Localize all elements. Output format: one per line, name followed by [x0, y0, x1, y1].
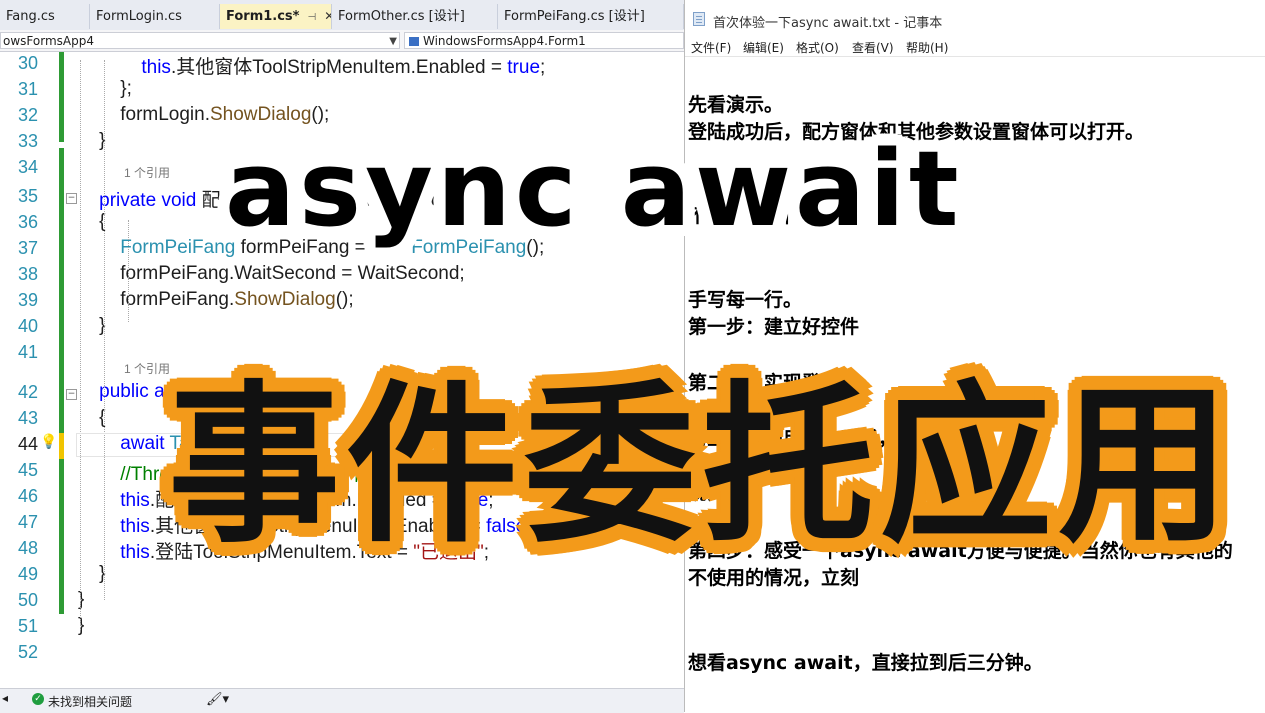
fold-toggle[interactable]: − — [66, 389, 77, 400]
tab-label: FormPeiFang.cs [设计] — [504, 9, 645, 24]
line-number: 48 — [17, 538, 38, 558]
line-number: 32 — [17, 105, 38, 125]
line-number: 40 — [17, 316, 38, 336]
line-number: 45 — [17, 460, 38, 480]
line-number: 39 — [17, 290, 38, 310]
menu-help[interactable]: 帮助(H) — [906, 39, 948, 56]
codelens-reference[interactable]: 1 个引用 — [124, 164, 170, 181]
code-text: formPeiFang.WaitSecond = WaitSecond; — [78, 263, 465, 284]
close-icon[interactable]: ✕ — [324, 9, 331, 23]
editor-tab-strip: Fang.cs FormLogin.cs Form1.cs* ⊣ ✕ FormOth… — [0, 0, 684, 31]
code-line[interactable]: 52 — [0, 640, 684, 666]
tab-peifang-cs[interactable]: Fang.cs — [0, 4, 90, 29]
lightbulb-icon[interactable]: 💡 — [40, 434, 57, 450]
line-number: 42 — [17, 382, 38, 402]
code-text: } — [78, 589, 85, 610]
pin-icon[interactable]: ⊣ — [307, 12, 316, 23]
issues-status[interactable]: 未找到相关问题 — [48, 693, 132, 710]
code-text: { — [78, 211, 106, 232]
tab-formother-designer[interactable]: FormOther.cs [设计] — [332, 4, 498, 29]
tab-label: FormLogin.cs — [96, 9, 182, 24]
code-text: } — [78, 315, 106, 336]
project-name: owsFormsApp4 — [3, 34, 94, 48]
tab-form1-cs[interactable]: Form1.cs* ⊣ ✕ — [220, 4, 332, 29]
code-text: } — [78, 615, 85, 636]
brush-icon[interactable]: 🖌▾ — [206, 692, 229, 707]
code-text: formPeiFang.ShowDialog(); — [78, 289, 354, 310]
window-title: 首次体验一下async await.txt - 记事本 — [713, 16, 943, 31]
overlay-title-chinese: 事件委托应用 — [168, 365, 1236, 566]
class-name: WindowsFormsApp4.Form1 — [423, 34, 586, 48]
text-line: 手写每一行。 — [688, 289, 803, 311]
code-text: } — [78, 130, 106, 151]
code-line[interactable]: 31 }; — [0, 77, 684, 103]
text-line: 先看演示。 — [688, 94, 784, 116]
line-number: 35 — [17, 186, 38, 206]
change-marker-saved — [59, 148, 64, 614]
class-dropdown[interactable]: WindowsFormsApp4.Form1 — [404, 32, 684, 49]
code-text: } — [78, 563, 106, 584]
line-number: 36 — [17, 212, 38, 232]
tab-formlogin-cs[interactable]: FormLogin.cs — [90, 4, 220, 29]
code-text: { — [78, 407, 106, 428]
indent-guide — [128, 220, 129, 322]
zoom-arrow-icon[interactable]: ◂ — [2, 691, 8, 705]
line-number: 52 — [17, 642, 38, 662]
tab-label: Fang.cs — [6, 9, 55, 24]
line-number: 46 — [17, 486, 38, 506]
tab-label: Form1.cs* — [226, 9, 300, 24]
notepad-icon — [693, 12, 705, 26]
project-dropdown[interactable]: owsFormsApp4 ▼ — [0, 32, 400, 49]
codelens-reference[interactable]: 1 个引用 — [124, 360, 170, 377]
notepad-titlebar: 首次体验一下async await.txt - 记事本 — [685, 0, 1265, 36]
code-line[interactable]: 38 formPeiFang.WaitSecond = WaitSecond; — [0, 262, 684, 288]
line-number: 47 — [17, 512, 38, 532]
line-number: 50 — [17, 590, 38, 610]
class-icon — [409, 37, 419, 46]
line-number: 38 — [17, 264, 38, 284]
line-number: 49 — [17, 564, 38, 584]
code-line[interactable]: 30 this.其他窗体ToolStripMenuItem.Enabled = … — [0, 51, 684, 78]
code-text: this.其他窗体ToolStripMenuItem.Enabled = tru… — [141, 57, 546, 78]
change-marker-saved — [59, 52, 64, 142]
code-line[interactable]: 50} — [0, 588, 684, 614]
line-number: 37 — [17, 238, 38, 258]
line-number: 44 — [17, 434, 38, 454]
menu-view[interactable]: 查看(V) — [852, 39, 894, 56]
line-number: 43 — [17, 408, 38, 428]
tab-label: FormOther.cs [设计] — [338, 9, 465, 24]
indent-guide — [104, 60, 105, 600]
notepad-menubar: 文件(F) 编辑(E) 格式(O) 查看(V) 帮助(H) — [685, 36, 1265, 57]
line-number: 41 — [17, 342, 38, 362]
navigation-bar: owsFormsApp4 ▼ WindowsFormsApp4.Form1 — [0, 30, 684, 52]
editor-status-bar: ◂ ✓ 未找到相关问题 🖌▾ — [0, 688, 684, 713]
text-line: 想看async await，直接拉到后三分钟。 — [688, 652, 1043, 674]
fold-toggle[interactable]: − — [66, 193, 77, 204]
menu-format[interactable]: 格式(O) — [796, 39, 839, 56]
chevron-down-icon: ▼ — [389, 36, 397, 47]
line-number: 33 — [17, 131, 38, 151]
change-marker-unsaved — [59, 433, 64, 459]
code-line[interactable]: 32 formLogin.ShowDialog(); — [0, 103, 684, 129]
indent-guide — [80, 60, 81, 630]
code-text: formLogin.ShowDialog(); — [78, 104, 330, 125]
line-number: 51 — [17, 616, 38, 636]
menu-file[interactable]: 文件(F) — [691, 39, 731, 56]
overlay-title-english: async await — [225, 128, 963, 250]
code-line[interactable]: 51} — [0, 614, 684, 640]
code-line[interactable]: 39 formPeiFang.ShowDialog(); — [0, 288, 684, 314]
tab-formpeifang-designer[interactable]: FormPeiFang.cs [设计] — [498, 4, 684, 29]
line-number: 34 — [17, 157, 38, 177]
line-number: 31 — [17, 79, 38, 99]
menu-edit[interactable]: 编辑(E) — [743, 39, 784, 56]
check-icon: ✓ — [32, 693, 44, 705]
line-number: 30 — [17, 53, 38, 73]
